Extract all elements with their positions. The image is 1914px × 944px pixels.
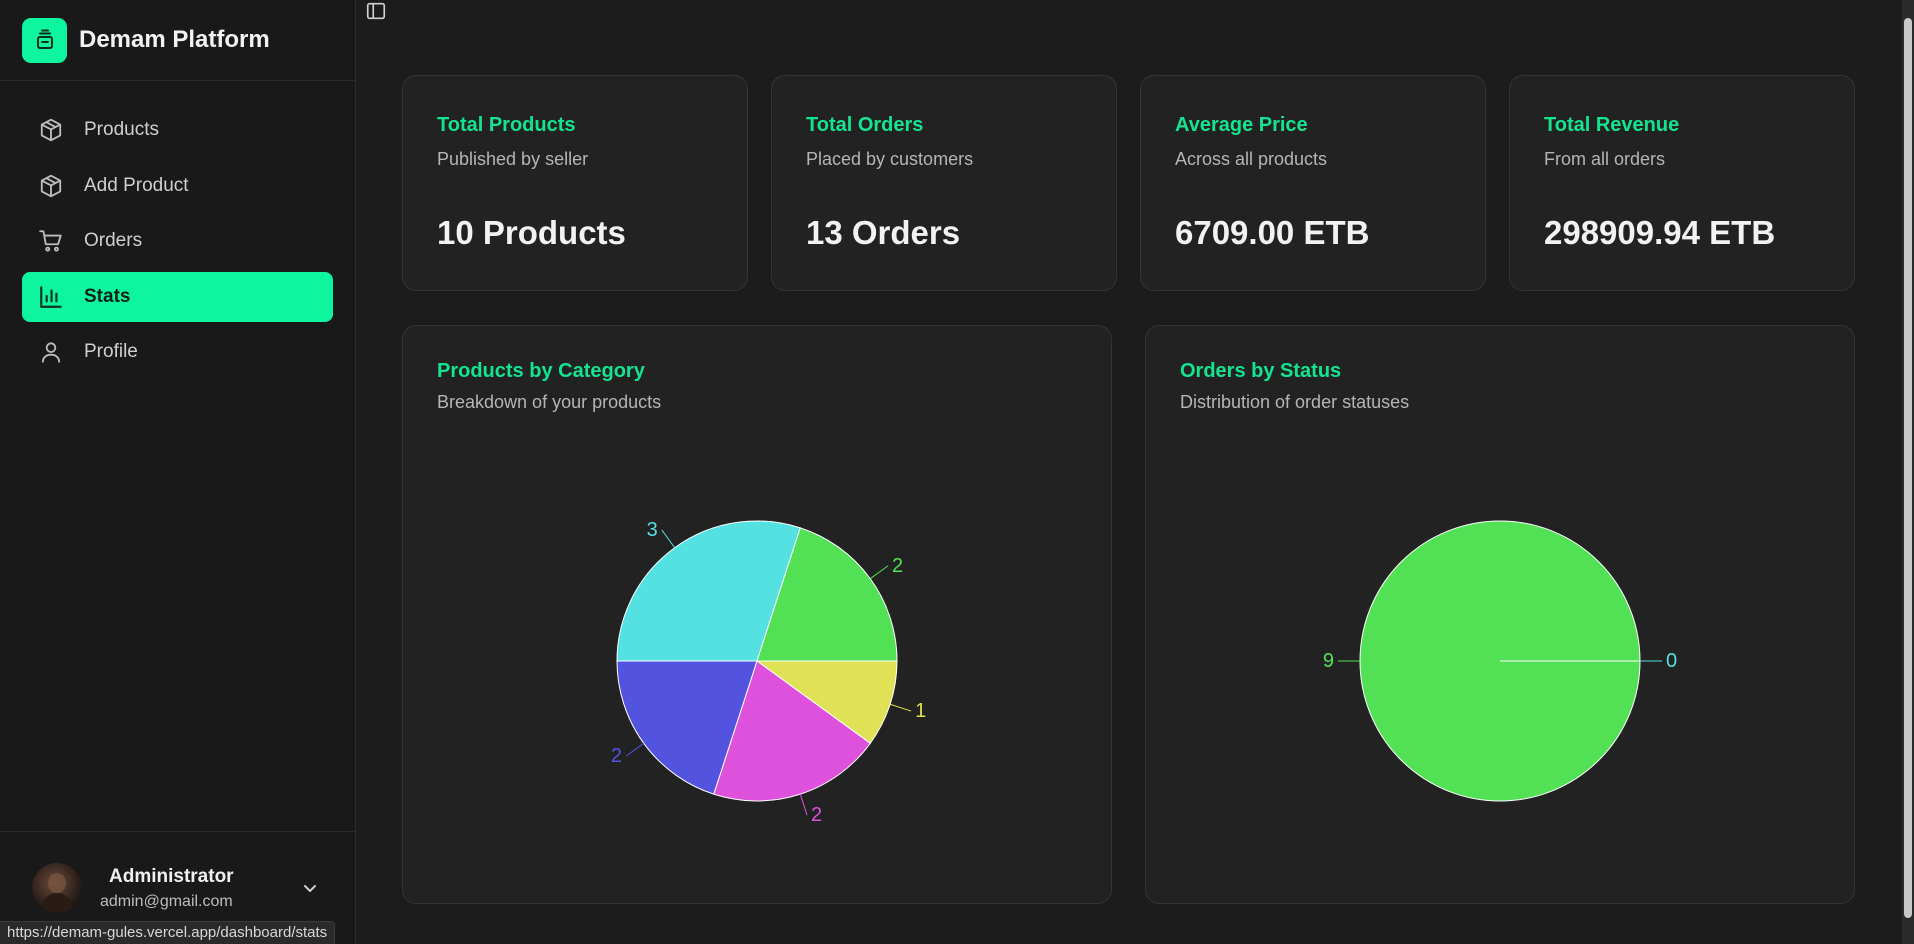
sidebar-nav: Products Add Product Orders Stats Profil…: [0, 81, 355, 377]
pie-data-label: 2: [892, 555, 903, 577]
user-icon: [38, 339, 64, 365]
pie-label-line: [625, 742, 645, 757]
pie-label-line: [869, 565, 889, 580]
user-email: admin@gmail.com: [100, 892, 233, 910]
sidebar-item-label: Products: [84, 119, 159, 140]
app-root: Demam Platform Products Add Product Orde…: [0, 0, 1914, 944]
stat-title: Total Revenue: [1544, 114, 1680, 136]
chart-card-products-by-category: Products by Category Breakdown of your p…: [402, 325, 1112, 904]
pie-data-label: 1: [915, 700, 926, 722]
pie-data-label: 3: [647, 519, 658, 541]
stat-subtitle: Published by seller: [437, 149, 589, 169]
sidebar-item-products[interactable]: Products: [22, 105, 333, 155]
pie-label-line: [661, 529, 676, 549]
sidebar-item-orders[interactable]: Orders: [22, 216, 333, 266]
sidebar-item-label: Stats: [84, 285, 131, 307]
stat-card-total-revenue: Total Revenue From all orders 298909.94 …: [1509, 75, 1855, 291]
pie-label-line: [889, 703, 912, 712]
brand[interactable]: Demam Platform: [0, 0, 355, 81]
pie-data-label: 2: [611, 745, 622, 767]
package-icon: [38, 117, 64, 143]
stat-title: Total Orders: [806, 114, 924, 136]
stat-card-total-orders: Total Orders Placed by customers 13 Orde…: [771, 75, 1117, 291]
stat-subtitle: Placed by customers: [806, 149, 974, 169]
sidebar-item-add-product[interactable]: Add Product: [22, 161, 333, 211]
sidebar-item-profile[interactable]: Profile: [22, 327, 333, 377]
sidebar-item-label: Orders: [84, 230, 143, 251]
pie-label-line: [799, 793, 808, 816]
cart-icon: [38, 228, 64, 254]
package-icon: [38, 173, 64, 199]
stat-value: 10 Products: [437, 214, 626, 251]
stack-icon: [22, 17, 67, 63]
stat-value: 298909.94 ETB: [1544, 214, 1776, 251]
pie-chart-status: 90: [1323, 520, 1677, 802]
scrollbar-thumb[interactable]: [1904, 18, 1912, 918]
sidebar-item-label: Add Product: [84, 174, 189, 196]
chevron-down-icon[interactable]: [298, 876, 322, 900]
pie-data-label: 0: [1666, 650, 1677, 672]
stat-card-average-price: Average Price Across all products 6709.0…: [1140, 75, 1486, 291]
user-info: Administrator admin@gmail.com: [100, 866, 298, 911]
stat-title: Total Products: [437, 114, 576, 136]
user-name: Administrator: [109, 865, 234, 887]
scrollbar[interactable]: [1902, 0, 1914, 944]
chart-card-orders-by-status: Orders by Status Distribution of order s…: [1145, 325, 1855, 904]
sidebar-item-label: Profile: [84, 341, 138, 362]
stat-card-total-products: Total Products Published by seller 10 Pr…: [402, 75, 748, 291]
stat-value: 6709.00 ETB: [1175, 214, 1370, 251]
sidebar-item-stats[interactable]: Stats: [22, 271, 333, 322]
pie-data-label: 2: [811, 804, 822, 826]
status-url: https://demam-gules.vercel.app/dashboard…: [0, 921, 336, 944]
stat-value: 13 Orders: [806, 214, 961, 251]
pie-data-label: 9: [1323, 650, 1334, 672]
stat-title: Average Price: [1175, 114, 1308, 136]
stat-subtitle: From all orders: [1544, 149, 1666, 169]
avatar: [32, 863, 82, 913]
brand-name: Demam Platform: [79, 26, 270, 53]
bar-chart-icon: [38, 284, 64, 310]
stat-subtitle: Across all products: [1175, 149, 1328, 169]
pie-chart-category: 1 2 2 3 2: [611, 519, 926, 826]
sidebar: Demam Platform Products Add Product Orde…: [0, 0, 356, 944]
sidebar-toggle-icon[interactable]: [365, 0, 387, 22]
